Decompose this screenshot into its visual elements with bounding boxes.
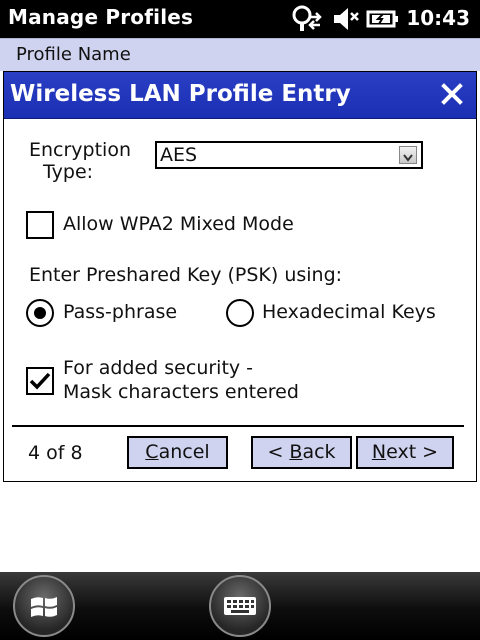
mask-characters-checkbox[interactable]	[26, 367, 54, 395]
encryption-label-line2: Type:	[43, 161, 94, 183]
hexadecimal-radio[interactable]	[226, 299, 254, 327]
wlan-profile-dialog: Wireless LAN Profile Entry Encryption Ty…	[3, 71, 477, 482]
start-button[interactable]	[13, 575, 75, 637]
back-button[interactable]: < Back	[251, 436, 352, 469]
encryption-type-value: AES	[160, 144, 198, 166]
connectivity-icon[interactable]	[290, 4, 326, 34]
back-label-rest: ack	[302, 441, 336, 463]
status-bar: Manage Profiles 10:43	[0, 0, 480, 38]
dialog-titlebar: Wireless LAN Profile Entry	[4, 72, 476, 119]
encryption-type-select[interactable]: AES	[155, 141, 423, 169]
mask-characters-label[interactable]: For added security - Mask characters ent…	[63, 356, 299, 404]
clock[interactable]: 10:43	[406, 6, 470, 30]
mask-label-line1: For added security -	[63, 357, 254, 379]
volume-icon[interactable]	[330, 4, 360, 34]
encryption-type-label: Encryption Type:	[29, 139, 131, 183]
dialog-separator	[12, 425, 464, 427]
cancel-label-rest: ancel	[158, 441, 210, 463]
keyboard-button[interactable]	[209, 575, 271, 637]
battery-icon[interactable]	[366, 4, 400, 34]
wpa2-mixed-mode-checkbox[interactable]	[26, 211, 54, 239]
list-column-header: Profile Name	[0, 38, 480, 71]
passphrase-radio[interactable]	[26, 299, 54, 327]
encryption-label-line1: Encryption	[29, 139, 132, 161]
passphrase-radio-label[interactable]: Pass-phrase	[63, 301, 177, 323]
next-mnemonic: N	[371, 441, 387, 463]
mask-label-line2: Mask characters entered	[63, 381, 299, 403]
dialog-title: Wireless LAN Profile Entry	[10, 81, 351, 107]
hexadecimal-radio-label[interactable]: Hexadecimal Keys	[262, 301, 436, 323]
windows-start-icon	[31, 597, 57, 617]
back-prefix: <	[267, 441, 290, 463]
next-label-rest: ext >	[386, 441, 439, 463]
next-button[interactable]: Next >	[356, 436, 454, 469]
cancel-mnemonic: C	[145, 441, 159, 463]
keyboard-icon	[224, 597, 256, 615]
list-column-header-label: Profile Name	[16, 44, 131, 65]
cancel-button[interactable]: Cancel	[127, 436, 228, 469]
page-indicator: 4 of 8	[28, 442, 83, 464]
close-icon[interactable]	[438, 80, 466, 108]
checkmark-icon	[29, 372, 51, 390]
status-bar-title: Manage Profiles	[8, 5, 194, 29]
chevron-down-icon[interactable]	[399, 146, 417, 164]
psk-prompt: Enter Preshared Key (PSK) using:	[29, 264, 343, 286]
taskbar	[0, 572, 480, 640]
wpa2-mixed-mode-label[interactable]: Allow WPA2 Mixed Mode	[63, 213, 294, 235]
back-mnemonic: B	[289, 441, 303, 463]
